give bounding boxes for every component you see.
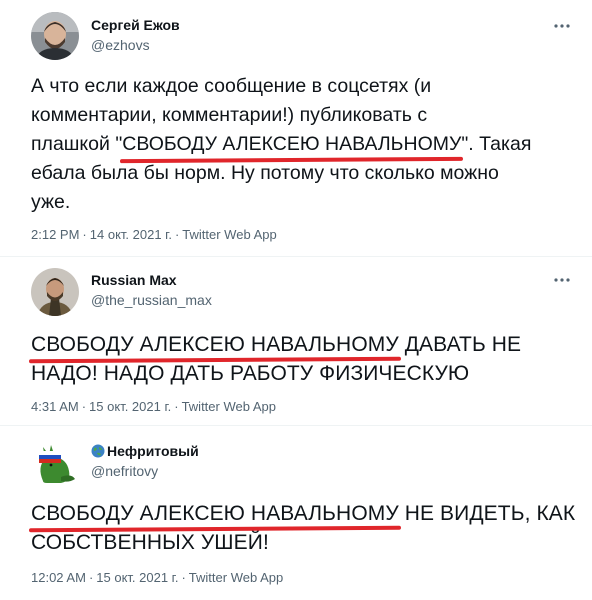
tweet-date[interactable]: 14 окт. 2021 г.: [90, 227, 172, 242]
text-segment: плашкой ": [31, 133, 123, 155]
tweet-text: СВОБОДУ АЛЕКСЕЮ НАВАЛЬНОМУ НЕ ВИДЕТЬ, КА…: [31, 499, 575, 557]
meta-separator: ·: [174, 399, 179, 414]
tweet-meta: 2:12 PM · 14 окт. 2021 г. · Twitter Web App: [31, 227, 277, 242]
more-dots-icon: [554, 24, 570, 28]
author-name[interactable]: Russian Max: [91, 272, 177, 288]
tweet-text-line: СВОБОДУ АЛЕКСЕЮ НАВАЛЬНОМУ НЕ ВИДЕТЬ, КА…: [31, 499, 575, 528]
meta-separator: ·: [181, 570, 186, 585]
avatar[interactable]: [31, 268, 79, 316]
tweet-text: СВОБОДУ АЛЕКСЕЮ НАВАЛЬНОМУ ДАВАТЬ НЕ НАД…: [31, 330, 521, 388]
tweet-text-line: комментарии, комментарии!) публиковать с: [31, 104, 428, 126]
source-app-link[interactable]: Twitter Web App: [189, 570, 283, 585]
meta-separator: ·: [88, 570, 94, 585]
meta-separator: ·: [82, 227, 87, 242]
tweet[interactable]: Сергей Ежов @ezhovs А что если каждое со…: [0, 0, 592, 257]
avatar[interactable]: [31, 12, 79, 60]
tweet-time[interactable]: 12:02 AM: [31, 570, 86, 585]
tweet-text-line: СВОБОДУ АЛЕКСЕЮ НАВАЛЬНОМУ ДАВАТЬ НЕ: [31, 330, 521, 359]
highlighted-phrase: СВОБОДУ АЛЕКСЕЮ НАВАЛЬНОМУ: [122, 130, 461, 159]
tweet-text-line: СОБСТВЕННЫХ УШЕЙ!: [31, 531, 269, 554]
source-app-link[interactable]: Twitter Web App: [182, 399, 276, 414]
author-handle[interactable]: @ezhovs: [91, 37, 150, 53]
meta-separator: ·: [174, 227, 180, 242]
highlighted-phrase: СВОБОДУ АЛЕКСЕЮ НАВАЛЬНОМУ: [31, 499, 399, 528]
tweet-meta: 4:31 AM · 15 окт. 2021 г. · Twitter Web App: [31, 399, 276, 414]
tweet[interactable]: Нефритовый @nefritovy СВОБОДУ АЛЕКСЕЮ НА…: [0, 427, 592, 600]
more-dots-icon: [554, 278, 570, 282]
author-name[interactable]: Нефритовый: [91, 443, 199, 459]
more-options-button[interactable]: [552, 16, 572, 36]
author-name-text[interactable]: Нефритовый: [107, 443, 199, 459]
tweet-text-line: уже.: [31, 191, 71, 213]
author-handle[interactable]: @nefritovy: [91, 463, 158, 479]
tweet-text-line: НАДО! НАДО ДАТЬ РАБОТУ ФИЗИЧЕСКУЮ: [31, 362, 470, 385]
tweet-text-line: А что если каждое сообщение в соцсетях (…: [31, 75, 432, 97]
author-name[interactable]: Сергей Ежов: [91, 17, 180, 33]
avatar[interactable]: [31, 437, 79, 485]
tweet-text-line: плашкой "СВОБОДУ АЛЕКСЕЮ НАВАЛЬНОМУ". Та…: [31, 130, 531, 159]
text-segment: ДАВАТЬ НЕ: [398, 333, 522, 356]
text-segment: НЕ ВИДЕТЬ, КАК: [398, 502, 576, 525]
author-handle[interactable]: @the_russian_max: [91, 292, 212, 308]
globe-icon: [91, 444, 105, 458]
tweet-date[interactable]: 15 окт. 2021 г.: [89, 399, 171, 414]
tweet-text-line: ебала была бы норм. Ну потому что скольк…: [31, 162, 499, 184]
more-options-button[interactable]: [552, 270, 572, 290]
tweet-text: А что если каждое сообщение в соцсетях (…: [31, 72, 531, 217]
tweet-meta: 12:02 AM · 15 окт. 2021 г. · Twitter Web App: [31, 570, 283, 585]
tweet-time[interactable]: 2:12 PM: [31, 227, 79, 242]
highlighted-phrase: СВОБОДУ АЛЕКСЕЮ НАВАЛЬНОМУ: [31, 330, 399, 359]
tweet-time[interactable]: 4:31 AM: [31, 399, 79, 414]
source-app-link[interactable]: Twitter Web App: [182, 227, 276, 242]
meta-separator: ·: [81, 399, 87, 414]
tweet-date[interactable]: 15 окт. 2021 г.: [96, 570, 178, 585]
text-segment: ". Такая: [461, 133, 532, 155]
tweet[interactable]: Russian Max @the_russian_max СВОБОДУ АЛЕ…: [0, 258, 592, 426]
